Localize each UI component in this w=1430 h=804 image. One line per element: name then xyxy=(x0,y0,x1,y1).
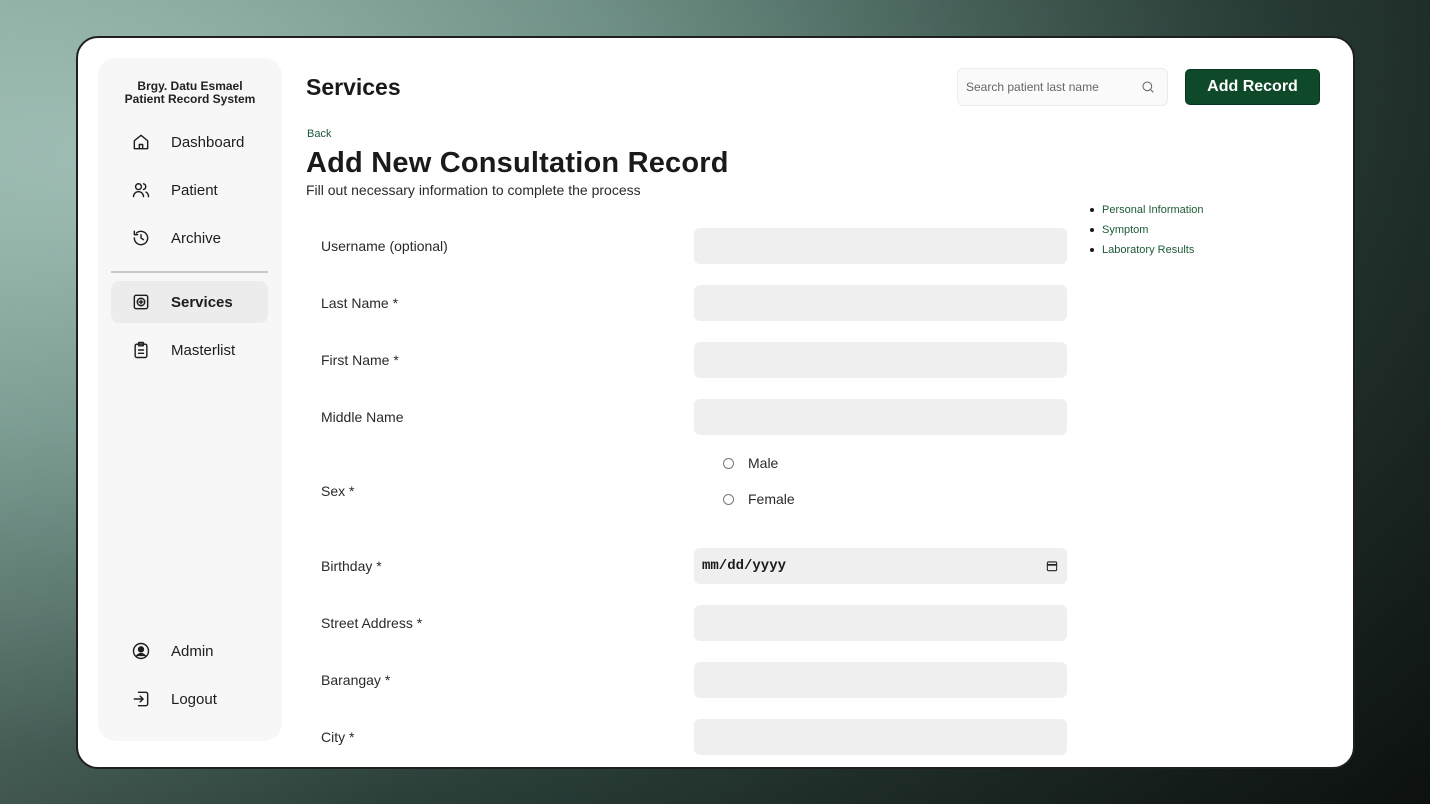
clipboard-icon xyxy=(134,341,148,359)
male-radio-label: Male xyxy=(748,455,779,471)
sidebar-item-patient[interactable]: Patient xyxy=(111,169,268,211)
sidebar-divider xyxy=(111,271,268,273)
section-nav: Personal Information Symptom Laboratory … xyxy=(1090,204,1204,264)
app-window: Brgy. Datu Esmael Patient Record System … xyxy=(76,36,1355,769)
section-link-symptom[interactable]: Symptom xyxy=(1090,224,1204,236)
search-input[interactable] xyxy=(966,80,1136,94)
barangay-label: Barangay * xyxy=(321,672,391,688)
sidebar-item-services[interactable]: Services xyxy=(111,281,268,323)
female-radio-label: Female xyxy=(748,491,795,507)
search-icon[interactable] xyxy=(1140,79,1156,95)
city-field[interactable] xyxy=(694,719,1067,755)
sex-label: Sex * xyxy=(321,483,355,499)
birthday-label: Birthday * xyxy=(321,558,382,574)
sidebar-item-label: Admin xyxy=(171,642,214,660)
street-address-label: Street Address * xyxy=(321,615,423,631)
form-title: Add New Consultation Record xyxy=(306,147,729,179)
middle-name-label: Middle Name xyxy=(321,409,404,425)
section-link-label: Personal Information xyxy=(1102,204,1204,216)
barangay-field[interactable] xyxy=(694,662,1067,698)
user-circle-icon xyxy=(132,642,150,660)
sidebar-item-archive[interactable]: Archive xyxy=(111,217,268,259)
page-title: Services xyxy=(306,74,401,100)
brand-subtitle: Patient Record System xyxy=(124,92,256,106)
username-field[interactable] xyxy=(694,228,1067,264)
logout-icon xyxy=(133,691,149,707)
sex-option-male[interactable]: Male xyxy=(723,455,778,471)
users-icon xyxy=(132,183,150,198)
search-box[interactable] xyxy=(957,68,1168,106)
history-icon xyxy=(133,230,149,246)
birthday-field[interactable]: mm/dd/yyyy xyxy=(694,548,1067,584)
sidebar-item-masterlist[interactable]: Masterlist xyxy=(111,329,268,371)
birthday-value: mm/dd/yyyy xyxy=(702,558,787,574)
section-link-laboratory-results[interactable]: Laboratory Results xyxy=(1090,244,1204,256)
username-label: Username (optional) xyxy=(321,238,448,254)
sidebar-item-label: Archive xyxy=(171,229,222,247)
sidebar-item-dashboard[interactable]: Dashboard xyxy=(111,121,268,163)
section-link-label: Symptom xyxy=(1102,224,1149,236)
male-radio[interactable] xyxy=(723,457,734,469)
sidebar-item-label: Services xyxy=(171,293,233,311)
sidebar-item-label: Masterlist xyxy=(171,341,236,359)
sidebar-item-logout[interactable]: Logout xyxy=(111,678,268,720)
first-name-label: First Name * xyxy=(321,352,399,368)
sidebar-item-label: Logout xyxy=(171,690,217,708)
home-icon xyxy=(133,134,149,150)
section-link-personal-information[interactable]: Personal Information xyxy=(1090,204,1204,216)
sidebar: Brgy. Datu Esmael Patient Record System … xyxy=(98,58,282,741)
medical-box-icon xyxy=(133,294,149,310)
back-link[interactable]: Back xyxy=(307,128,331,140)
sex-option-female[interactable]: Female xyxy=(723,491,795,507)
section-link-label: Laboratory Results xyxy=(1102,244,1195,256)
calendar-icon[interactable] xyxy=(1045,559,1059,573)
middle-name-field[interactable] xyxy=(694,399,1067,435)
last-name-field[interactable] xyxy=(694,285,1067,321)
first-name-field[interactable] xyxy=(694,342,1067,378)
sidebar-item-label: Dashboard xyxy=(171,133,245,151)
street-address-field[interactable] xyxy=(694,605,1067,641)
add-record-button[interactable]: Add Record xyxy=(1185,69,1320,105)
sidebar-item-admin[interactable]: Admin xyxy=(111,630,268,672)
female-radio[interactable] xyxy=(723,493,734,505)
sidebar-item-label: Patient xyxy=(171,181,218,199)
form-subtitle: Fill out necessary information to comple… xyxy=(306,182,641,198)
last-name-label: Last Name * xyxy=(321,295,399,311)
brand: Brgy. Datu Esmael Patient Record System xyxy=(98,80,282,106)
city-label: City * xyxy=(321,729,355,745)
